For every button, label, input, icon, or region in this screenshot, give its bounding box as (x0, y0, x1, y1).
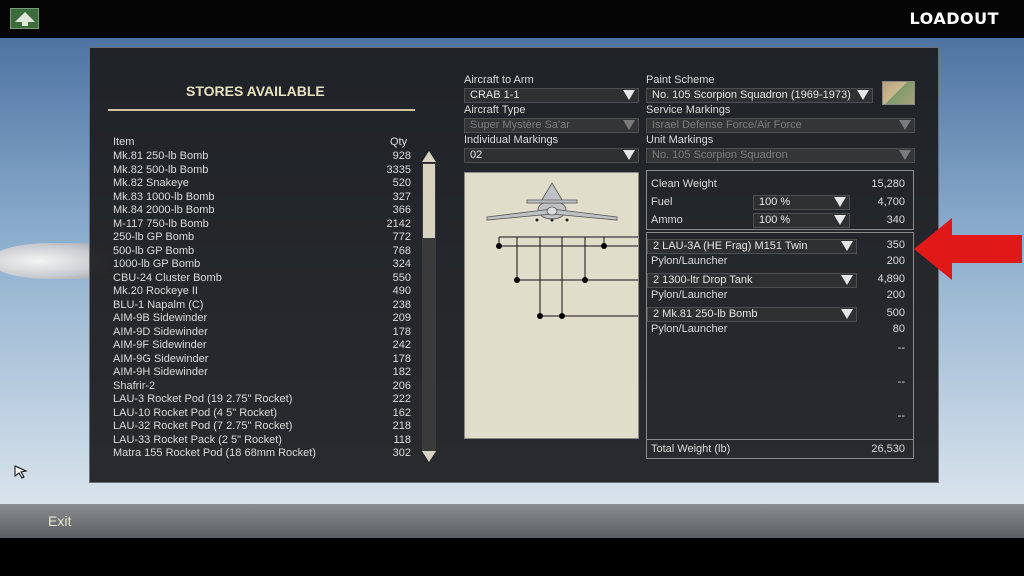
clean-weight-value: 15,280 (871, 178, 905, 190)
fuel-label: Fuel (651, 196, 673, 208)
station-5-empty: -- (897, 376, 905, 388)
page-title: LOADOUT (909, 9, 999, 28)
station-2-pylon-weight: 200 (886, 289, 905, 301)
home-button[interactable] (10, 8, 39, 29)
up-arrow-icon (14, 11, 35, 26)
store-item[interactable]: BLU-1 Napalm (C) 238 (113, 299, 411, 313)
chevron-down-icon (899, 150, 911, 160)
station-2-store-weight: 4,890 (877, 273, 905, 285)
chevron-down-icon (623, 90, 635, 100)
stores-divider (108, 109, 415, 111)
station-3-pylon-label: Pylon/Launcher (651, 323, 728, 335)
hardpoint-diagram (464, 172, 639, 439)
individual-markings-label: Individual Markings (464, 134, 559, 146)
aircraft-type-dropdown: Super Mystère Sa'ar (464, 118, 639, 133)
bottom-bar: Exit (0, 504, 1024, 538)
stores-list: Mk.81 250-lb Bomb 928 Mk.82 500-lb Bomb 33… (113, 150, 411, 462)
aircraft-to-arm-label: Aircraft to Arm (464, 74, 534, 86)
station-2-pylon-label: Pylon/Launcher (651, 289, 728, 301)
total-weight-label: Total Weight (lb) (651, 443, 731, 455)
unit-markings-label: Unit Markings (646, 134, 714, 146)
chevron-down-icon (899, 120, 911, 130)
store-item[interactable]: LAU-32 Rocket Pod (7 2.75" Rocket) 218 (113, 420, 411, 434)
chevron-down-icon (623, 120, 635, 130)
scroll-down-icon[interactable] (422, 451, 436, 462)
paint-scheme-preview (882, 81, 915, 105)
mouse-pointer-icon (14, 465, 28, 479)
store-item[interactable]: LAU-10 Rocket Pod (4 5" Rocket) 162 (113, 407, 411, 421)
store-item[interactable]: Mk.20 Rockeye II 490 (113, 285, 411, 299)
store-item[interactable]: 500-lb GP Bomb 768 (113, 245, 411, 259)
ammo-label: Ammo (651, 214, 683, 226)
station-6-empty: -- (897, 410, 905, 422)
station-3-pylon-weight: 80 (892, 323, 905, 335)
store-item[interactable]: CBU-24 Cluster Bomb 550 (113, 272, 411, 286)
aircraft-to-arm-dropdown[interactable]: CRAB 1-1 (464, 88, 639, 103)
store-item[interactable]: M-117 750-lb Bomb 2142 (113, 218, 411, 232)
aircraft-hardpoint-icon (486, 182, 638, 319)
station-1-pylon-label: Pylon/Launcher (651, 255, 728, 267)
store-item[interactable]: AIM-9G Sidewinder 178 (113, 353, 411, 367)
top-bar: LOADOUT (0, 0, 1024, 38)
store-item[interactable]: Mk.83 1000-lb Bomb 327 (113, 191, 411, 205)
station-3-store-weight: 500 (886, 307, 905, 319)
paint-scheme-label: Paint Scheme (646, 74, 715, 86)
store-item[interactable]: Mk.82 Snakeye 520 (113, 177, 411, 191)
service-markings-label: Service Markings (646, 104, 731, 116)
store-item[interactable]: AIM-9D Sidewinder 178 (113, 326, 411, 340)
store-item[interactable]: Matra 155 Rocket Pod (18 68mm Rocket) 302 (113, 447, 411, 461)
ammo-weight-value: 340 (886, 214, 905, 226)
loadout-panel: STORES AVAILABLE Item Qty Mk.81 250-lb B… (89, 47, 939, 483)
stores-title: STORES AVAILABLE (186, 83, 325, 99)
aircraft-type-label: Aircraft Type (464, 104, 526, 116)
footer-black (0, 538, 1024, 576)
station-4-empty: -- (897, 342, 905, 354)
station-1-store-weight: 350 (886, 239, 905, 251)
station-1-pylon-weight: 200 (886, 255, 905, 267)
clean-weight-label: Clean Weight (651, 178, 717, 190)
store-item[interactable]: Mk.84 2000-lb Bomb 366 (113, 204, 411, 218)
stores-scroll-thumb[interactable] (423, 164, 435, 238)
scroll-up-icon[interactable] (422, 151, 436, 162)
store-item[interactable]: Shafrir-2 206 (113, 380, 411, 394)
exit-button[interactable]: Exit (48, 513, 71, 529)
store-item[interactable]: Mk.82 500-lb Bomb 3335 (113, 164, 411, 178)
total-weight-value: 26,530 (871, 443, 905, 455)
service-markings-dropdown: Israel Defense Force/Air Force (646, 118, 915, 133)
chevron-down-icon (623, 150, 635, 160)
individual-markings-dropdown[interactable]: 02 (464, 148, 639, 163)
store-item[interactable]: AIM-9B Sidewinder 209 (113, 312, 411, 326)
column-header-qty: Qty (390, 136, 408, 148)
stations-panel: 2 LAU-3A (HE Frag) M151 Twin 350 Pylon/L… (646, 232, 914, 439)
chevron-down-icon (857, 90, 869, 100)
store-item[interactable]: AIM-9F Sidewinder 242 (113, 339, 411, 353)
left-arrow-icon (914, 218, 1022, 280)
store-item[interactable]: 1000-lb GP Bomb 324 (113, 258, 411, 272)
store-item[interactable]: Mk.81 250-lb Bomb 928 (113, 150, 411, 164)
total-weight-panel: Total Weight (lb) 26,530 (646, 439, 914, 459)
store-item[interactable]: LAU-33 Rocket Pack (2 5" Rocket) 118 (113, 434, 411, 448)
store-item[interactable]: LAU-3 Rocket Pod (19 2.75" Rocket) 222 (113, 393, 411, 407)
fuel-weight-value: 4,700 (877, 196, 905, 208)
paint-scheme-dropdown[interactable]: No. 105 Scorpion Squadron (1969-1973) (646, 88, 873, 103)
store-item[interactable]: 250-lb GP Bomb 772 (113, 231, 411, 245)
weights-panel: Clean Weight 15,280 Fuel 100 % 4,700 Amm… (646, 170, 914, 230)
store-item[interactable]: AIM-9H Sidewinder 182 (113, 366, 411, 380)
unit-markings-dropdown: No. 105 Scorpion Squadron (646, 148, 915, 163)
column-header-item: Item (113, 136, 135, 148)
